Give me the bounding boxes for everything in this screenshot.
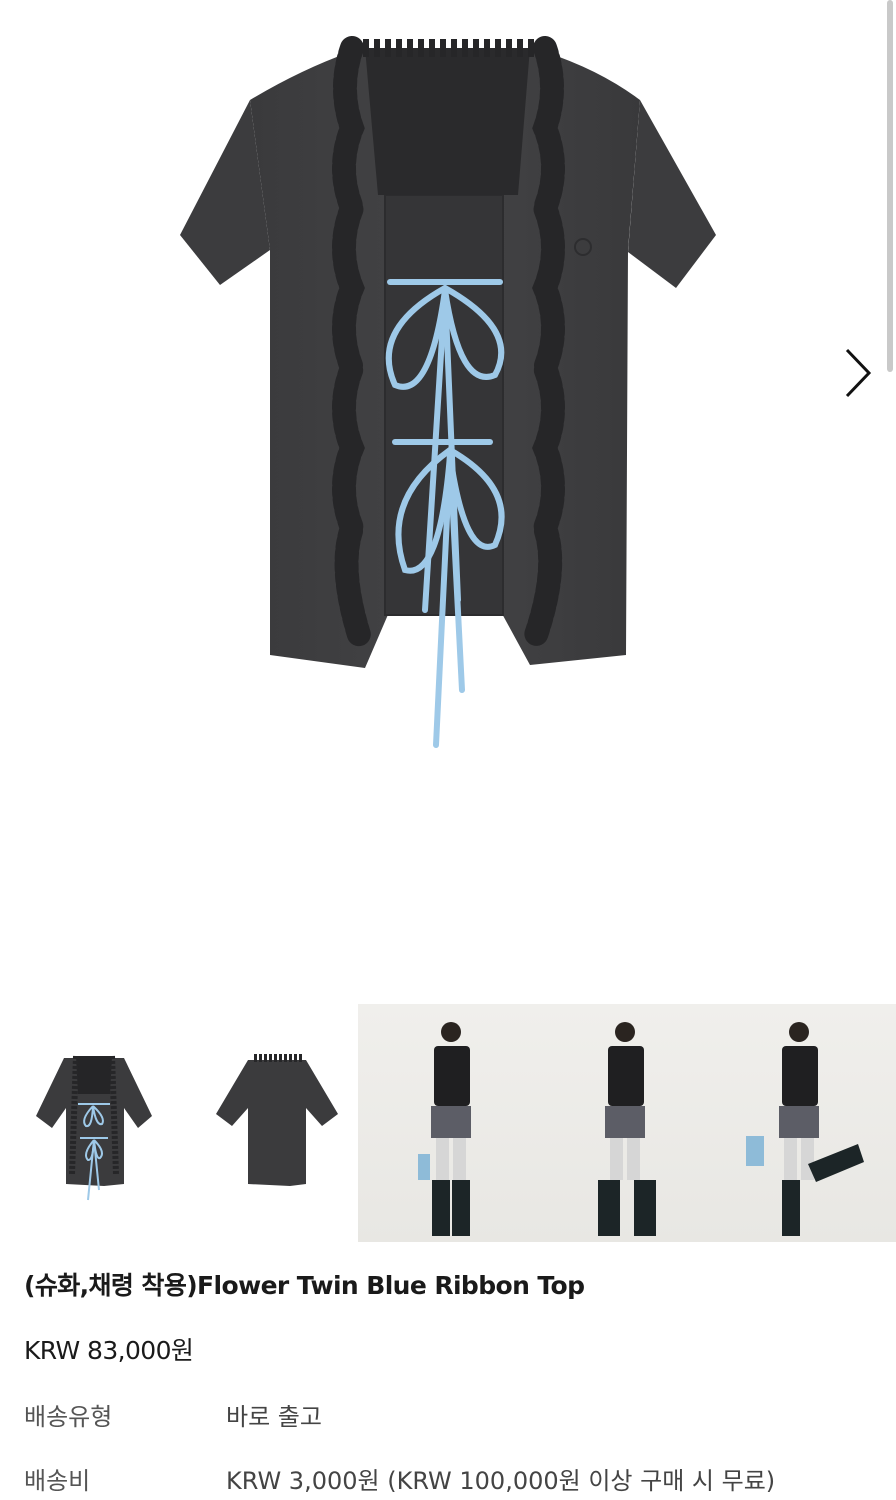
thumbnail-model-shots[interactable] (358, 1004, 896, 1242)
shipping-fee-label: 배송비 (24, 1467, 91, 1495)
thumbnail-front[interactable] (0, 1004, 178, 1242)
main-image-graphic (180, 36, 716, 748)
thumbnail-front-image (36, 1055, 152, 1201)
thumbnail-strip (0, 1004, 896, 1242)
main-product-image (0, 0, 896, 980)
shipping-type-value: 바로 출고 (226, 1403, 322, 1431)
thumbnail-back[interactable] (178, 1004, 358, 1242)
next-image-button[interactable] (835, 340, 881, 406)
product-price: KRW 83,000원 (24, 1336, 194, 1365)
thumbnail-back-image (216, 1054, 338, 1186)
chevron-right-icon (845, 348, 872, 398)
thumbnail-model-image (418, 1022, 864, 1236)
scrollbar[interactable] (887, 0, 893, 372)
shipping-type-label: 배송유형 (24, 1403, 113, 1431)
shipping-fee-value: KRW 3,000원 (KRW 100,000원 이상 구매 시 무료) (226, 1467, 776, 1495)
product-title: (슈화,채령 착용)Flower Twin Blue Ribbon Top (24, 1271, 585, 1300)
